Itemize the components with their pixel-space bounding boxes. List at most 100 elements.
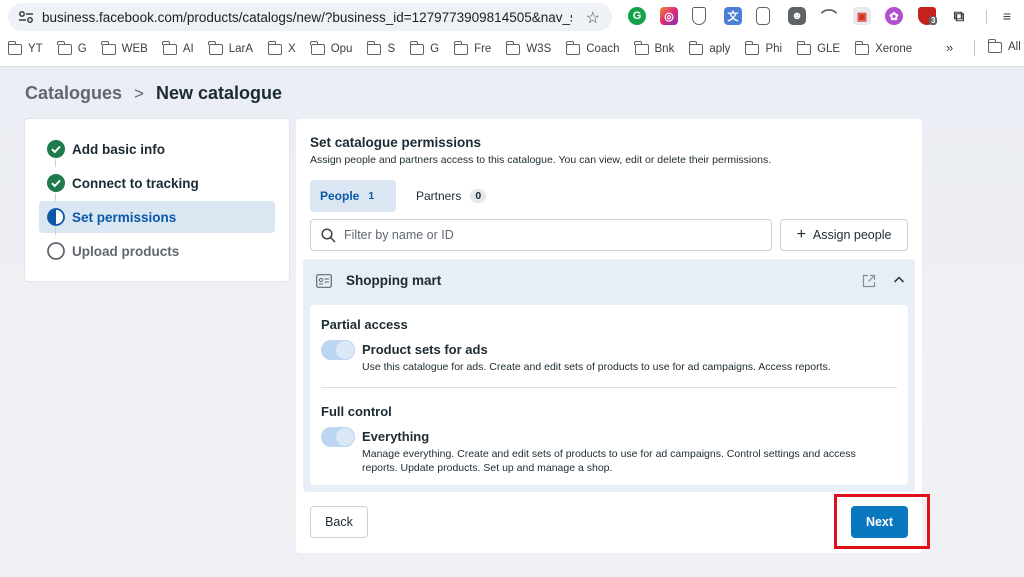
step-connect-to-tracking[interactable]: Connect to tracking (39, 167, 275, 201)
translate-icon[interactable]: 文 (724, 7, 742, 25)
section-divider (321, 387, 897, 388)
copy-icon[interactable] (756, 7, 770, 25)
step-upload-products[interactable]: Upload products (39, 235, 275, 267)
folder-icon (505, 40, 521, 55)
bookmark-label: Opu (330, 43, 353, 55)
reading-list-icon[interactable]: ≡ (998, 7, 1016, 25)
empty-circle-icon (47, 242, 65, 260)
ublock-icon[interactable]: 3 (918, 7, 938, 25)
step-set-permissions[interactable]: Set permissions (39, 201, 275, 235)
check-circle-icon (47, 174, 65, 192)
site-settings-icon[interactable] (18, 10, 34, 24)
step-label: Upload products (72, 243, 180, 259)
bookmark-item[interactable]: X (267, 40, 296, 55)
tab-count: 0 (470, 189, 487, 203)
arc-icon[interactable]: ⌒ (820, 7, 838, 27)
ext-badge: 3 (929, 16, 938, 25)
breadcrumb-parent-link[interactable]: Catalogues (25, 83, 122, 104)
bookmarks-divider (974, 40, 975, 56)
folder-icon (57, 40, 72, 55)
folder-icon (310, 40, 325, 55)
step-connector (55, 159, 56, 167)
bookmarks-overflow-icon[interactable]: » (946, 40, 953, 55)
url-text[interactable]: business.facebook.com/products/catalogs/… (42, 10, 572, 25)
bookmark-item[interactable]: Xerone (854, 40, 913, 55)
bookmark-item[interactable]: Phi (744, 40, 783, 55)
bookmark-item[interactable]: G (409, 40, 439, 55)
external-link-icon[interactable] (862, 274, 876, 288)
bookmark-item[interactable]: LarA (208, 40, 254, 55)
browser-chrome: business.facebook.com/products/catalogs/… (0, 0, 1024, 66)
grammarly-icon[interactable]: G (628, 7, 646, 25)
bookmark-label: Xerone (875, 43, 913, 55)
tab-partners[interactable]: Partners 0 (406, 180, 496, 212)
folder-icon (409, 40, 425, 55)
bookmark-label: Phi (765, 43, 783, 55)
folder-icon (634, 40, 649, 55)
folder-icon (744, 40, 760, 55)
tab-count: 1 (368, 190, 375, 202)
bookmark-item[interactable]: Opu (310, 40, 353, 55)
bookmark-label: Fre (474, 43, 492, 55)
everything-toggle[interactable] (321, 427, 355, 447)
highlight-box (834, 494, 930, 549)
bookmark-item[interactable]: WEB (101, 40, 148, 55)
page-title: New catalogue (155, 83, 283, 103)
bookmark-item[interactable]: Bnk (634, 40, 675, 55)
bookmark-item[interactable]: Fre (453, 40, 492, 55)
shield-icon[interactable] (692, 7, 706, 25)
bookmark-label: Bnk (654, 43, 675, 55)
product-sets-toggle[interactable] (321, 340, 355, 360)
bookmark-label: WEB (121, 43, 148, 55)
assign-people-label: Assign people (812, 228, 892, 242)
instagram-icon[interactable]: ◎ (660, 7, 678, 25)
check-circle-icon (47, 140, 65, 158)
folder-icon (987, 38, 1002, 53)
partial-access-heading: Partial access (321, 317, 408, 332)
bookmark-label: LarA (228, 43, 254, 55)
bookmark-item[interactable]: S (366, 40, 395, 55)
product-sets-description: Use this catalogue for ads. Create and e… (362, 361, 831, 373)
bookmark-star-icon[interactable]: ☆ (586, 8, 600, 28)
folder-icon (688, 40, 704, 55)
tab-people[interactable]: People 1 (310, 180, 396, 212)
all-bookmarks-label: All (1008, 41, 1021, 53)
folder-icon (453, 40, 469, 55)
brain-icon[interactable]: ✿ (885, 7, 903, 25)
section-title: Set catalogue permissions (310, 135, 482, 150)
half-circle-icon (47, 208, 65, 226)
steps-panel: Add basic info Connect to tracking Set p… (25, 119, 289, 281)
all-bookmarks-button[interactable]: All (987, 38, 1021, 53)
step-label: Set permissions (72, 209, 177, 225)
step-connector (55, 227, 56, 235)
search-field[interactable] (310, 219, 772, 251)
chevron-up-icon[interactable] (893, 274, 905, 286)
bookmark-item[interactable]: Coach (565, 40, 620, 55)
image-icon[interactable]: ▣ (853, 7, 871, 25)
bookmark-item[interactable]: YT (7, 40, 43, 55)
bookmark-item[interactable]: GLE (796, 40, 841, 55)
robot-icon[interactable]: ☻ (788, 7, 806, 25)
search-input[interactable] (344, 228, 744, 242)
assign-people-button[interactable]: + Assign people (780, 219, 908, 251)
bookmark-item[interactable]: aply (688, 40, 730, 55)
back-button[interactable]: Back (310, 506, 368, 538)
bookmark-label: GLE (817, 43, 841, 55)
bookmark-label: X (288, 43, 296, 55)
everything-title: Everything (362, 429, 430, 444)
full-control-heading: Full control (321, 404, 392, 419)
extensions-puzzle-icon[interactable]: ⧉ (950, 7, 968, 25)
bookmark-item[interactable]: G (57, 40, 87, 55)
folder-icon (565, 40, 581, 55)
bookmark-label: YT (28, 43, 43, 55)
account-header[interactable]: Shopping mart (303, 259, 915, 303)
step-add-basic-info[interactable]: Add basic info (39, 133, 275, 167)
permission-options: Partial access Product sets for ads Use … (310, 305, 908, 485)
address-bar[interactable]: business.facebook.com/products/catalogs/… (8, 3, 612, 31)
plus-icon: + (796, 226, 806, 243)
bookmark-item[interactable]: AI (162, 40, 194, 55)
step-connector (55, 193, 56, 201)
everything-description: Manage everything. Create and edit sets … (362, 448, 856, 474)
folder-icon (208, 40, 223, 55)
bookmark-item[interactable]: W3S (505, 40, 551, 55)
